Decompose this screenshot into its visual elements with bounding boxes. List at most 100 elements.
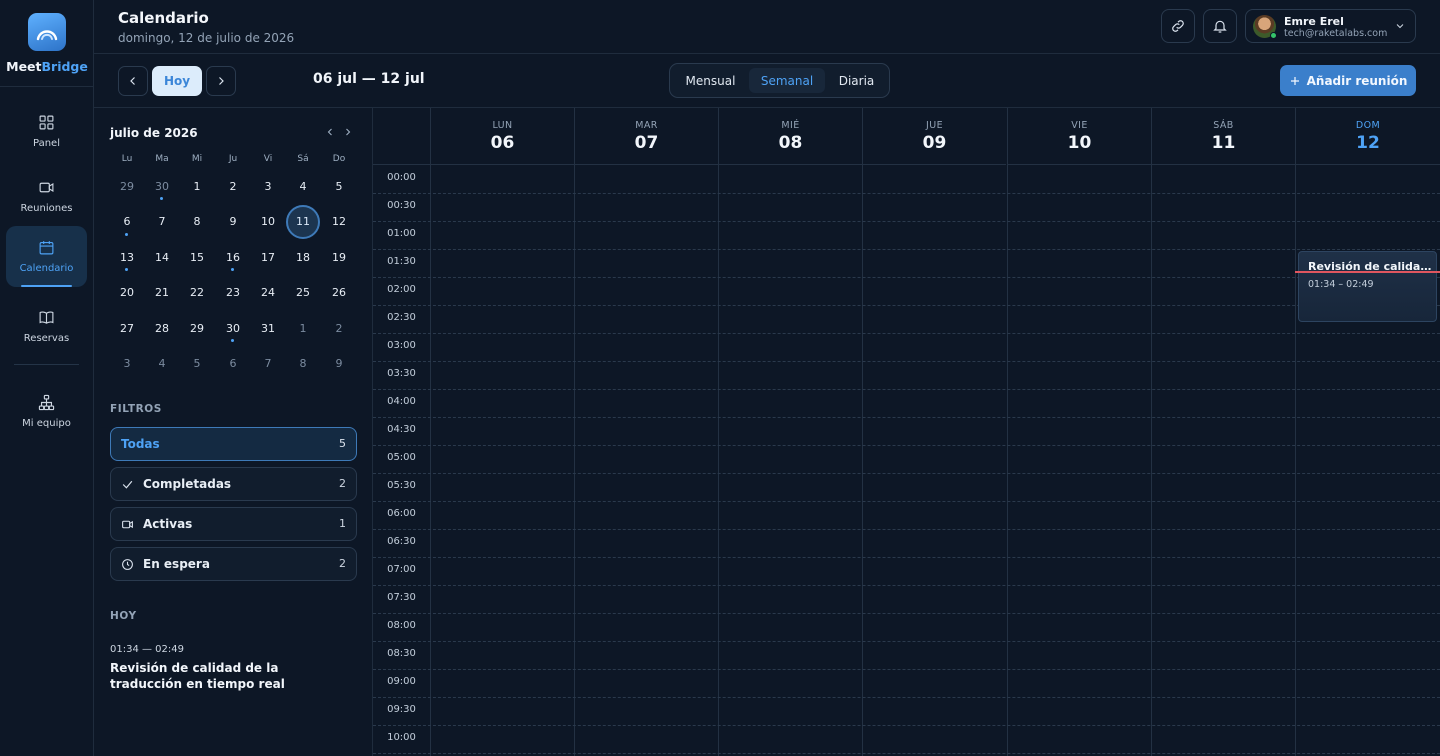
mini-calendar-day[interactable]: 14 [145, 240, 179, 274]
mini-calendar-day[interactable]: 11 [286, 204, 320, 239]
nav-item-mi-equipo[interactable]: Mi equipo [6, 381, 87, 442]
day-column-header[interactable]: LUN 06 [430, 108, 574, 165]
add-meeting-button[interactable]: Añadir reunión [1280, 65, 1416, 96]
mini-calendar-day[interactable]: 31 [251, 311, 285, 345]
time-slot-label: 02:00 [387, 284, 416, 295]
day-column-header[interactable]: JUE 09 [862, 108, 1006, 165]
mini-calendar-day[interactable]: 18 [286, 240, 320, 274]
logo-icon[interactable] [28, 13, 66, 51]
mini-calendar-day[interactable]: 3 [251, 169, 285, 203]
mini-calendar-day[interactable]: 9 [216, 205, 250, 239]
mini-calendar-day[interactable]: 8 [180, 205, 214, 239]
mini-calendar-day[interactable]: 1 [180, 169, 214, 203]
chevron-left-icon[interactable] [324, 126, 336, 138]
day-number: 19 [332, 250, 346, 264]
mini-calendar-day[interactable]: 6 [110, 205, 144, 239]
mini-calendar-day[interactable]: 23 [216, 276, 250, 310]
calendar-toolbar: Hoy 06 jul — 12 jul Mensual Semanal Diar… [94, 54, 1440, 108]
mini-calendar-day[interactable]: 27 [110, 311, 144, 345]
user-name: Emre Erel [1284, 15, 1344, 28]
mini-calendar-day[interactable]: 4 [286, 169, 320, 203]
time-slot-label: 05:00 [387, 452, 416, 463]
today-event-title[interactable]: Revisión de calidad de la traducción en … [110, 660, 350, 692]
day-number: 27 [120, 321, 134, 335]
mini-calendar-day[interactable]: 3 [110, 347, 144, 381]
mini-calendar-day[interactable]: 12 [322, 205, 356, 239]
mini-calendar-day[interactable]: 30 [216, 311, 250, 345]
today-button[interactable]: Hoy [152, 66, 202, 96]
meeting-event[interactable]: Revisión de calidad de la traducción en … [1298, 251, 1437, 322]
day-column-divider [430, 165, 431, 756]
day-number: 6 [229, 357, 237, 370]
mini-calendar-day[interactable]: 29 [180, 311, 214, 345]
day-column-header[interactable]: MAR 07 [574, 108, 718, 165]
mini-calendar-day[interactable]: 1 [286, 311, 320, 345]
mini-calendar-day[interactable]: 29 [110, 169, 144, 203]
nav-item-label: Mi equipo [22, 418, 71, 429]
mini-calendar-day[interactable]: 10 [251, 205, 285, 239]
filter-todas[interactable]: Todas 5 [110, 427, 357, 461]
mini-calendar-day[interactable]: 7 [251, 347, 285, 381]
day-number: 8 [193, 215, 201, 228]
nav-item-calendario[interactable]: Calendario [6, 226, 87, 287]
mini-calendar-day[interactable]: 15 [180, 240, 214, 274]
mini-calendar-day[interactable]: 19 [322, 240, 356, 274]
day-column-header[interactable]: VIE 10 [1007, 108, 1151, 165]
chevron-right-icon[interactable] [342, 126, 354, 138]
mini-calendar-day[interactable]: 8 [286, 347, 320, 381]
filter-completadas[interactable]: Completadas 2 [110, 467, 357, 501]
mini-calendar-day[interactable]: 13 [110, 240, 144, 274]
mini-calendar-day[interactable]: 2 [216, 169, 250, 203]
mini-calendar-day[interactable]: 9 [322, 347, 356, 381]
mini-calendar-day[interactable]: 21 [145, 276, 179, 310]
day-of-week: DOM [1355, 120, 1381, 131]
filter-en-espera[interactable]: En espera 2 [110, 547, 357, 581]
copy-link-button[interactable] [1161, 9, 1195, 43]
day-column-header[interactable]: DOM 12 [1295, 108, 1440, 165]
event-indicator-dot [125, 268, 128, 271]
mini-calendar-day[interactable]: 22 [180, 276, 214, 310]
mini-calendar-day[interactable]: 16 [216, 240, 250, 274]
filter-label: Activas [143, 517, 193, 531]
mini-calendar-title: julio de 2026 [110, 126, 198, 140]
day-number: 8 [299, 357, 307, 370]
mini-calendar-day[interactable]: 2 [322, 311, 356, 345]
filter-activas[interactable]: Activas 1 [110, 507, 357, 541]
user-menu[interactable]: Emre Erel tech@raketalabs.com [1245, 9, 1416, 43]
mini-calendar-day[interactable]: 17 [251, 240, 285, 274]
mini-calendar-day[interactable]: 25 [286, 276, 320, 310]
filters-heading: FILTROS [110, 403, 162, 415]
nav-item-reservas[interactable]: Reservas [6, 296, 87, 357]
nav-item-panel[interactable]: Panel [6, 101, 87, 162]
view-daily-tab[interactable]: Diaria [827, 68, 886, 93]
week-grid: LUN 06 MAR 07 MIÉ 08 JUE 09 VIE 10 SÁB 11 DOM 12 00:00… [373, 108, 1440, 756]
nav-item-reuniones[interactable]: Reuniones [6, 166, 87, 227]
mini-calendar-day[interactable]: 30 [145, 169, 179, 203]
mini-calendar-day[interactable]: 7 [145, 205, 179, 239]
mini-calendar-day[interactable]: 24 [251, 276, 285, 310]
mini-calendar-day[interactable]: 20 [110, 276, 144, 310]
next-week-button[interactable] [206, 66, 236, 96]
mini-calendar-day[interactable]: 28 [145, 311, 179, 345]
day-column-header[interactable]: MIÉ 08 [718, 108, 862, 165]
day-column-divider [718, 165, 719, 756]
day-number: 3 [123, 357, 131, 370]
mini-calendar-day[interactable]: 6 [216, 347, 250, 381]
half-hour-gridline [373, 221, 1440, 222]
mini-calendar-day[interactable]: 26 [322, 276, 356, 310]
day-number: 12 [1356, 133, 1380, 153]
notifications-button[interactable] [1203, 9, 1237, 43]
today-heading: HOY [110, 610, 137, 622]
day-column-header[interactable]: SÁB 11 [1151, 108, 1295, 165]
view-weekly-tab[interactable]: Semanal [749, 68, 825, 93]
day-number: 29 [190, 321, 204, 335]
mini-calendar-day[interactable]: 5 [180, 347, 214, 381]
prev-week-button[interactable] [118, 66, 148, 96]
half-hour-gridline [373, 725, 1440, 726]
mini-calendar-day[interactable]: 4 [145, 347, 179, 381]
add-meeting-label: Añadir reunión [1306, 73, 1408, 88]
mini-calendar-day[interactable]: 5 [322, 169, 356, 203]
view-monthly-tab[interactable]: Mensual [674, 68, 747, 93]
filter-count: 1 [339, 517, 346, 530]
day-number: 13 [120, 250, 134, 264]
